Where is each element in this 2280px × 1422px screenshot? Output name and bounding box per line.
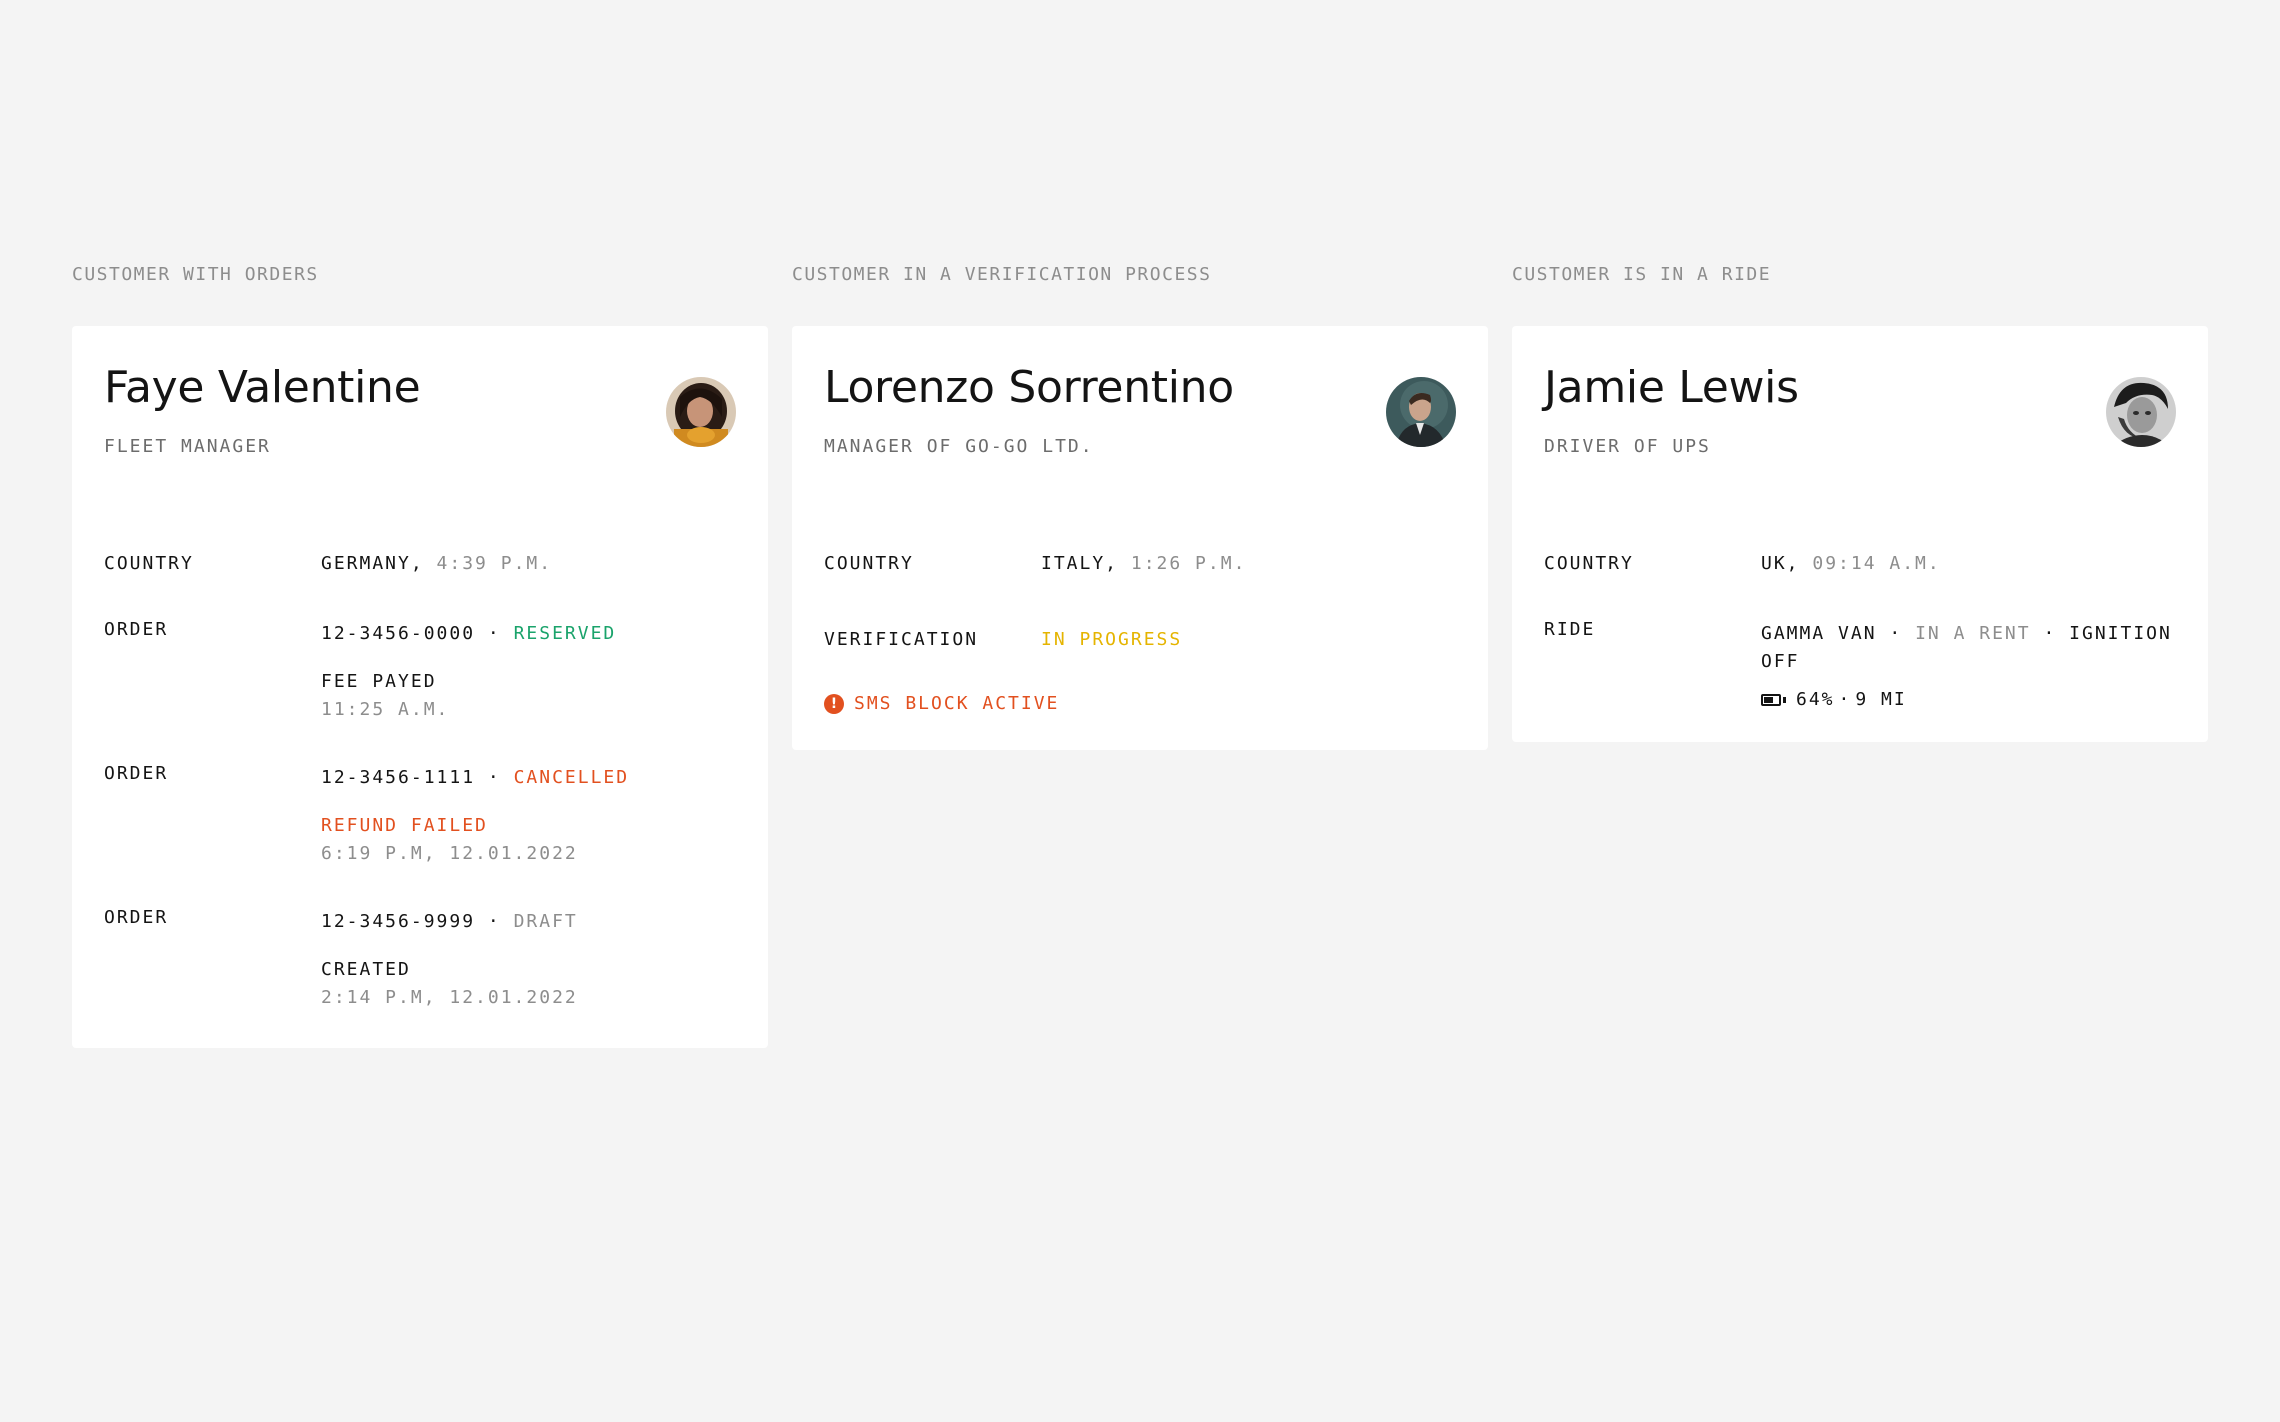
avatar bbox=[666, 377, 736, 447]
battery-fill bbox=[1764, 697, 1773, 703]
customer-name: Jamie Lewis bbox=[1544, 362, 1799, 413]
order-label: ORDER bbox=[104, 763, 169, 784]
order-detail: CREATED bbox=[321, 959, 411, 980]
order-row[interactable]: ORDER 12-3456-9999 · DRAFT CREATED 2:14 … bbox=[104, 907, 736, 1012]
customer-role: FLEET MANAGER bbox=[104, 436, 271, 457]
customer-name: Lorenzo Sorrentino bbox=[824, 362, 1234, 413]
customer-card[interactable]: Jamie Lewis DRIVER OF UPS COUNTRY UK, 09… bbox=[1512, 326, 2208, 742]
separator-dot: · bbox=[487, 911, 501, 932]
customer-card[interactable]: Faye Valentine FLEET MANAGER COUNTRY GER… bbox=[72, 326, 768, 1048]
country-name: GERMANY, bbox=[321, 553, 424, 574]
card-header: Lorenzo Sorrentino MANAGER OF GO-GO LTD. bbox=[824, 326, 1456, 550]
country-name: UK, bbox=[1761, 553, 1800, 574]
country-label: COUNTRY bbox=[104, 553, 194, 574]
order-row[interactable]: ORDER 12-3456-0000 · RESERVED FEE PAYED … bbox=[104, 619, 736, 724]
customer-column-ride: CUSTOMER IS IN A RIDE Jamie Lewis DRIVER… bbox=[1512, 262, 2208, 742]
country-value: GERMANY, 4:39 P.M. bbox=[321, 550, 736, 578]
range-value: 9 MI bbox=[1855, 689, 1907, 710]
separator-dot: · bbox=[1838, 689, 1852, 710]
order-number[interactable]: 12-3456-9999 bbox=[321, 911, 475, 932]
local-time: 09:14 A.M. bbox=[1812, 553, 1941, 574]
customer-column-orders: CUSTOMER WITH ORDERS Faye Valentine FLEE… bbox=[72, 262, 768, 1048]
country-row: COUNTRY GERMANY, 4:39 P.M. bbox=[104, 550, 736, 578]
order-status: CANCELLED bbox=[513, 767, 630, 788]
country-row: COUNTRY UK, 09:14 A.M. bbox=[1544, 550, 2176, 578]
avatar-man-bw-icon bbox=[2106, 377, 2176, 447]
ride-row[interactable]: RIDE GAMMA VAN · IN A RENT · IGNITION OF… bbox=[1544, 619, 2176, 714]
page: CUSTOMER WITH ORDERS Faye Valentine FLEE… bbox=[0, 0, 2280, 1422]
sms-block-alert: ! SMS BLOCK ACTIVE bbox=[824, 690, 1456, 718]
section-label: CUSTOMER IS IN A RIDE bbox=[1512, 264, 1772, 285]
verification-status: IN PROGRESS bbox=[1041, 629, 1183, 650]
country-label: COUNTRY bbox=[1544, 553, 1634, 574]
ride-label: RIDE bbox=[1544, 619, 1596, 640]
alert-icon: ! bbox=[824, 694, 844, 714]
separator-dot: · bbox=[487, 623, 501, 644]
local-time: 4:39 P.M. bbox=[436, 553, 553, 574]
order-status: DRAFT bbox=[513, 911, 578, 932]
card-header: Jamie Lewis DRIVER OF UPS bbox=[1544, 326, 2176, 550]
avatar bbox=[2106, 377, 2176, 447]
order-time: 2:14 P.M, 12.01.2022 bbox=[321, 987, 578, 1008]
order-row[interactable]: ORDER 12-3456-1111 · CANCELLED REFUND FA… bbox=[104, 763, 736, 868]
battery-cap bbox=[1783, 697, 1786, 703]
order-time: 11:25 A.M. bbox=[321, 699, 450, 720]
country-row: COUNTRY ITALY, 1:26 P.M. bbox=[824, 550, 1456, 578]
local-time: 1:26 P.M. bbox=[1130, 553, 1247, 574]
customer-role: MANAGER OF GO-GO LTD. bbox=[824, 436, 1094, 457]
order-detail: REFUND FAILED bbox=[321, 815, 488, 836]
card-header: Faye Valentine FLEET MANAGER bbox=[104, 326, 736, 550]
separator-dot: · bbox=[487, 767, 501, 788]
order-status: RESERVED bbox=[513, 623, 617, 644]
separator-dot: · bbox=[2043, 623, 2057, 644]
verification-row: VERIFICATION IN PROGRESS bbox=[824, 626, 1456, 654]
order-time: 6:19 P.M, 12.01.2022 bbox=[321, 843, 578, 864]
order-label: ORDER bbox=[104, 619, 169, 640]
customer-card[interactable]: Lorenzo Sorrentino MANAGER OF GO-GO LTD.… bbox=[792, 326, 1488, 750]
ride-state: IN A RENT bbox=[1915, 623, 2031, 644]
section-label: CUSTOMER IN A VERIFICATION PROCESS bbox=[792, 264, 1212, 285]
separator-dot: · bbox=[1889, 623, 1903, 644]
battery-icon bbox=[1761, 694, 1781, 706]
battery-percent: 64% bbox=[1796, 689, 1835, 710]
order-label: ORDER bbox=[104, 907, 169, 928]
order-number[interactable]: 12-3456-0000 bbox=[321, 623, 475, 644]
battery-status: 64% · 9 MI bbox=[1761, 686, 2176, 714]
avatar bbox=[1386, 377, 1456, 447]
customer-column-verification: CUSTOMER IN A VERIFICATION PROCESS Loren… bbox=[792, 262, 1488, 750]
section-label: CUSTOMER WITH ORDERS bbox=[72, 264, 319, 285]
customer-role: DRIVER OF UPS bbox=[1544, 436, 1711, 457]
verification-label: VERIFICATION bbox=[824, 629, 979, 650]
avatar-man-suit-icon bbox=[1386, 377, 1456, 447]
country-value: UK, 09:14 A.M. bbox=[1761, 550, 2176, 578]
avatar-woman-icon bbox=[666, 377, 736, 447]
order-detail: FEE PAYED bbox=[321, 671, 437, 692]
country-name: ITALY, bbox=[1041, 553, 1119, 574]
country-label: COUNTRY bbox=[824, 553, 914, 574]
customer-name: Faye Valentine bbox=[104, 362, 421, 413]
vehicle-name: GAMMA VAN bbox=[1761, 623, 1877, 644]
order-number[interactable]: 12-3456-1111 bbox=[321, 767, 475, 788]
alert-text: SMS BLOCK ACTIVE bbox=[854, 693, 1060, 714]
country-value: ITALY, 1:26 P.M. bbox=[1041, 550, 1456, 578]
